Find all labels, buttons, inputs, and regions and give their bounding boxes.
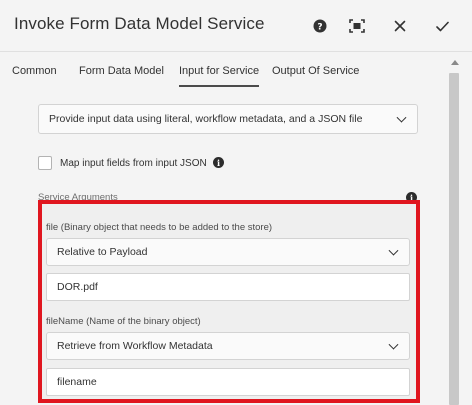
- svg-text:?: ?: [317, 23, 322, 33]
- tab-bar: Common Form Data Model Input for Service…: [0, 52, 446, 88]
- tab-form-data-model[interactable]: Form Data Model: [79, 65, 164, 77]
- arg-file-value-input[interactable]: DOR.pdf: [46, 273, 410, 301]
- input-mode-select[interactable]: Provide input data using literal, workfl…: [38, 104, 418, 134]
- chevron-down-icon: [388, 245, 399, 256]
- arg-file-label: file (Binary object that needs to be add…: [46, 222, 273, 233]
- dialog-header: Invoke Form Data Model Service ?: [0, 0, 472, 52]
- arg-file-mode-select[interactable]: Relative to Payload: [46, 238, 410, 266]
- close-icon[interactable]: [388, 14, 412, 38]
- tab-common[interactable]: Common: [12, 65, 57, 77]
- fullscreen-icon[interactable]: [345, 14, 369, 38]
- arg-filename-label: fileName (Name of the binary object): [46, 316, 201, 327]
- arg-filename-value-input[interactable]: filename: [46, 368, 410, 396]
- tab-input-for-service[interactable]: Input for Service: [179, 65, 260, 87]
- input-mode-value: Provide input data using literal, workfl…: [49, 113, 363, 125]
- map-fields-label: Map input fields from input JSON: [60, 158, 207, 169]
- check-icon[interactable]: [430, 14, 454, 38]
- tab-output-of-service[interactable]: Output Of Service: [272, 65, 359, 77]
- map-fields-checkbox[interactable]: [38, 156, 52, 170]
- info-icon[interactable]: i: [213, 157, 224, 168]
- scrollbar-thumb[interactable]: [449, 73, 459, 405]
- arg-file-mode-value: Relative to Payload: [57, 246, 148, 258]
- chevron-down-icon: [388, 339, 399, 350]
- arg-filename-mode-select[interactable]: Retrieve from Workflow Metadata: [46, 332, 410, 360]
- dialog-title: Invoke Form Data Model Service: [14, 14, 265, 33]
- scroll-up-arrow-icon[interactable]: [451, 60, 459, 65]
- help-icon[interactable]: ?: [308, 14, 332, 38]
- arg-filename-mode-value: Retrieve from Workflow Metadata: [57, 340, 213, 352]
- chevron-down-icon: [396, 112, 407, 123]
